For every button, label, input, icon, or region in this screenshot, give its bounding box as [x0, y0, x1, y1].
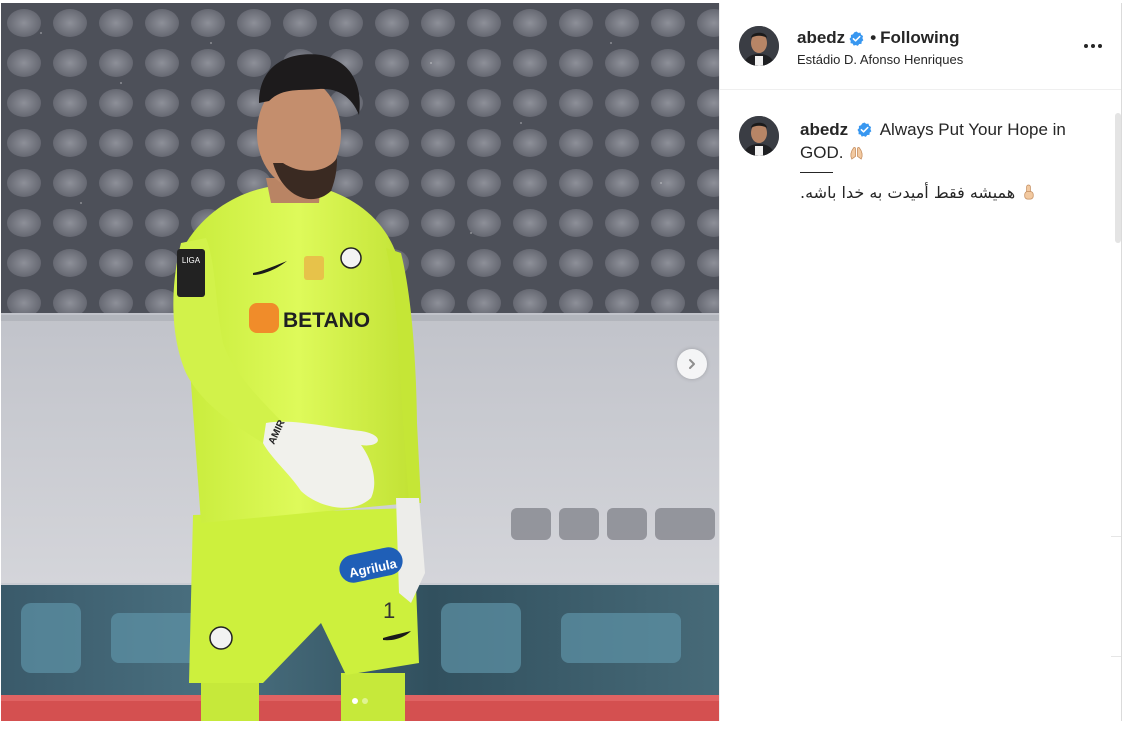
profile-photo	[739, 26, 779, 66]
panel-divider-mark	[1111, 536, 1121, 537]
comments-scrollbar[interactable]	[1115, 113, 1121, 243]
caption-username[interactable]: abedz	[800, 120, 848, 139]
caption-persian-text: .همیشه فقط أمیدت به خدا باشه	[800, 183, 1016, 202]
author-line: abedz • Following	[797, 28, 959, 48]
panel-divider-mark	[1111, 656, 1121, 657]
author-username[interactable]: abedz	[797, 28, 845, 48]
carousel-dot-1	[352, 698, 358, 704]
sleeve-badge-text: LIGA	[182, 256, 201, 265]
avatar[interactable]	[739, 116, 779, 156]
goalkeeper-photo: LIGA BETANO AMIR Agrilula 1	[1, 3, 719, 721]
shirt-number: 1	[383, 598, 395, 623]
caption-text-block: abedz Always Put Your Hope in GOD. .همیش…	[800, 118, 1090, 204]
carousel-dot-2	[362, 698, 368, 704]
caption-persian-line: .همیشه فقط أمیدت به خدا باشه	[800, 181, 1090, 204]
post-header: abedz • Following Estádio D. Afonso Henr…	[720, 3, 1121, 90]
carousel-indicator	[1, 698, 719, 704]
post-media[interactable]: LIGA BETANO AMIR Agrilula 1	[1, 3, 719, 721]
verified-badge-icon	[857, 122, 872, 137]
more-options-button[interactable]	[1083, 39, 1103, 53]
next-slide-button[interactable]	[677, 349, 707, 379]
following-button[interactable]: Following	[880, 28, 959, 48]
profile-photo	[739, 116, 779, 156]
pointing-up-emoji-icon	[1024, 184, 1034, 200]
instagram-post-view: LIGA BETANO AMIR Agrilula 1 abedz • Foll…	[0, 0, 1123, 733]
post-details-panel: abedz • Following Estádio D. Afonso Henr…	[719, 3, 1122, 721]
more-options-icon	[1084, 44, 1102, 48]
sponsor-text: BETANO	[283, 309, 370, 332]
caption-divider	[800, 172, 833, 173]
location-link[interactable]: Estádio D. Afonso Henriques	[797, 52, 963, 67]
separator-dot: •	[870, 28, 877, 47]
folded-hands-emoji-icon	[850, 147, 863, 160]
avatar[interactable]	[739, 26, 779, 66]
chevron-right-icon	[689, 359, 695, 369]
verified-badge-icon	[849, 30, 864, 46]
